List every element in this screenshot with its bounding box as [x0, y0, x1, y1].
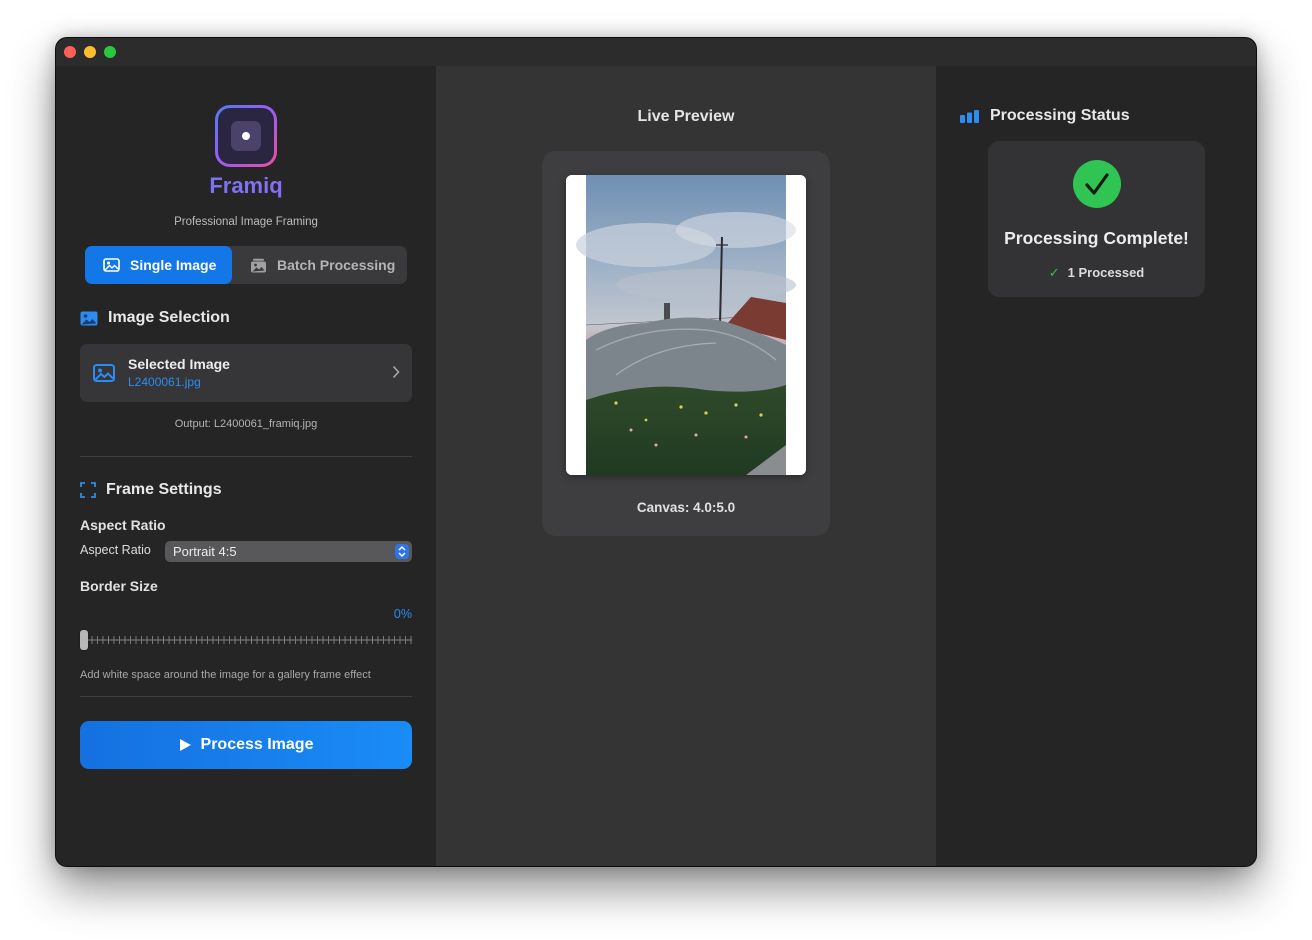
chevron-right-icon: [392, 365, 400, 379]
canvas-frame: [566, 175, 806, 475]
play-icon: [179, 739, 191, 751]
aspect-ratio-value: Portrait 4:5: [173, 544, 237, 559]
tab-batch-processing[interactable]: Batch Processing: [232, 246, 407, 284]
status-panel: Processing Status Processing Complete! ✓…: [936, 66, 1256, 866]
status-message: Processing Complete!: [1004, 228, 1189, 248]
app-name: Framiq: [56, 173, 436, 199]
processed-count-label: 1 Processed: [1067, 265, 1145, 280]
aspect-ratio-select[interactable]: Portrait 4:5: [165, 541, 412, 562]
app-window: Framiq Professional Image Framing Single…: [56, 38, 1256, 866]
aspect-ratio-heading: Aspect Ratio: [80, 517, 166, 533]
tab-single-image[interactable]: Single Image: [85, 246, 232, 284]
preview-panel: Live Preview Canvas: 4.0:5.0: [436, 66, 936, 866]
border-size-slider[interactable]: [80, 634, 412, 646]
status-heading: Processing Status: [960, 107, 1130, 125]
preview-title: Live Preview: [637, 108, 735, 125]
tab-single-image-label: Single Image: [130, 257, 217, 273]
select-chevrons-icon: [395, 544, 409, 559]
border-size-slider-knob[interactable]: [80, 630, 88, 650]
frame-settings-title: Frame Settings: [106, 481, 222, 498]
border-size-label: Border Size: [80, 578, 158, 594]
selected-image-label: Selected Image: [128, 356, 230, 372]
image-selection-title: Image Selection: [108, 309, 230, 326]
preview-photo: [566, 175, 806, 475]
checkmark-icon: ✓: [1048, 265, 1060, 280]
frame-settings-heading: Frame Settings: [80, 481, 222, 499]
border-size-hint: Add white space around the image for a g…: [80, 669, 371, 681]
selected-image-card[interactable]: Selected Image L2400061.jpg: [80, 344, 412, 402]
process-image-label: Process Image: [200, 736, 314, 753]
status-title: Processing Status: [990, 107, 1130, 124]
aspect-ratio-label: Aspect Ratio: [80, 543, 151, 557]
close-window-button[interactable]: [64, 46, 76, 58]
app-tagline: Professional Image Framing: [174, 216, 318, 228]
chart-bar-icon: [960, 109, 979, 123]
photo-icon: [93, 364, 115, 382]
tab-batch-processing-label: Batch Processing: [277, 257, 396, 273]
status-card: Processing Complete! ✓ 1 Processed: [988, 141, 1205, 297]
border-size-value: 0%: [393, 607, 412, 621]
minimize-window-button[interactable]: [84, 46, 96, 58]
output-file-name: Output: L2400061_framiq.jpg: [174, 418, 318, 430]
divider: [80, 696, 412, 697]
title-bar: [56, 38, 1256, 66]
preview-card: Canvas: 4.0:5.0: [542, 151, 830, 536]
processed-count: ✓ 1 Processed: [988, 265, 1205, 281]
divider: [80, 456, 412, 457]
sidebar: Framiq Professional Image Framing Single…: [56, 66, 436, 866]
checkmark-circle-icon: [1073, 160, 1121, 208]
photo-icon: [80, 311, 98, 325]
app-logo-icon: [215, 105, 277, 167]
canvas-caption: Canvas: 4.0:5.0: [636, 500, 736, 515]
mode-segmented-control: Single Image Batch Processing: [85, 246, 407, 284]
photo-stack-icon: [251, 258, 266, 272]
selected-file-name: L2400061.jpg: [128, 375, 201, 389]
zoom-window-button[interactable]: [104, 46, 116, 58]
photo-icon: [103, 258, 120, 272]
frame-corners-icon: [80, 482, 96, 498]
image-selection-heading: Image Selection: [80, 309, 230, 327]
process-image-button[interactable]: Process Image: [80, 721, 412, 769]
